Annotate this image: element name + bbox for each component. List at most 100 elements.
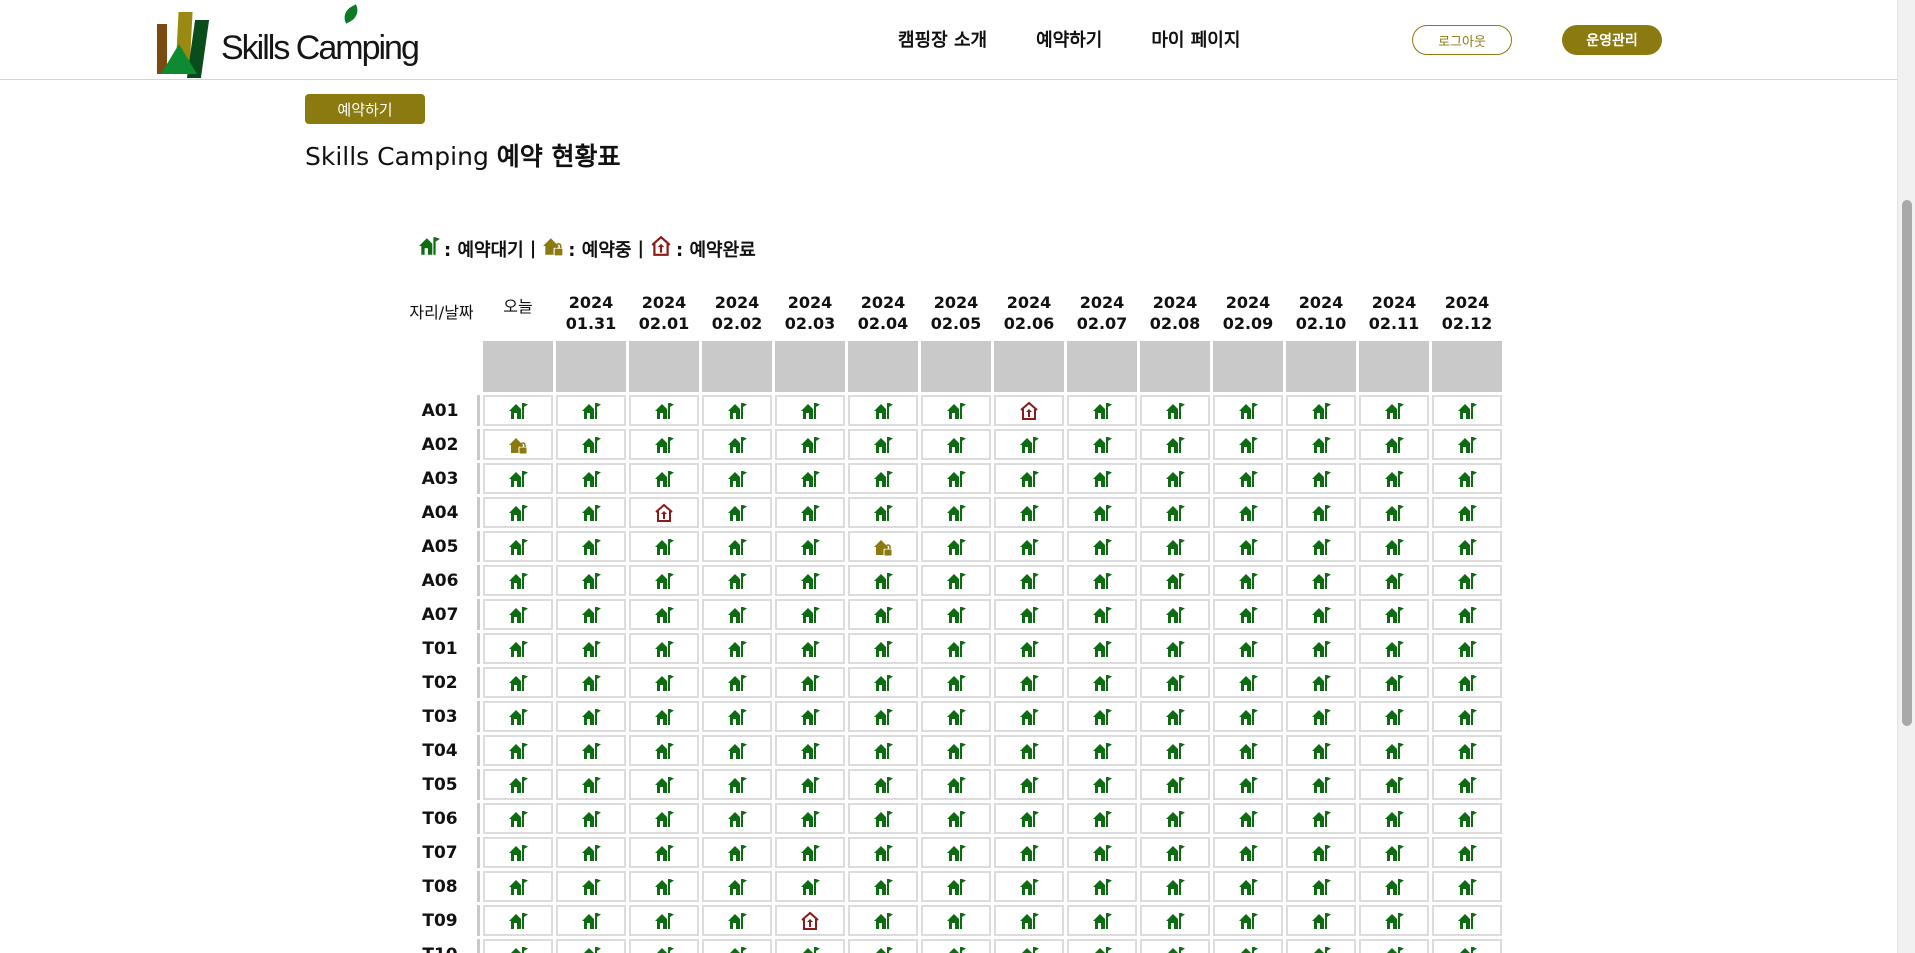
reservation-cell[interactable]	[483, 463, 553, 494]
reservation-cell[interactable]	[775, 633, 845, 664]
reservation-cell[interactable]	[1067, 395, 1137, 426]
reservation-cell[interactable]	[1432, 395, 1502, 426]
reservation-cell[interactable]	[629, 769, 699, 800]
reservation-cell[interactable]	[1432, 939, 1502, 953]
reservation-cell[interactable]	[1286, 803, 1356, 834]
reservation-cell[interactable]	[629, 531, 699, 562]
reservation-cell[interactable]	[1286, 565, 1356, 596]
reservation-cell[interactable]	[775, 599, 845, 630]
reservation-cell[interactable]	[1067, 633, 1137, 664]
reservation-cell[interactable]	[483, 837, 553, 868]
logout-button[interactable]: 로그아웃	[1412, 25, 1512, 55]
reservation-cell[interactable]	[702, 531, 772, 562]
reservation-cell[interactable]	[629, 939, 699, 953]
reservation-cell[interactable]	[483, 939, 553, 953]
reservation-cell[interactable]	[1432, 565, 1502, 596]
reservation-cell[interactable]	[921, 497, 991, 528]
reservation-cell[interactable]	[1359, 463, 1429, 494]
reservation-cell[interactable]	[629, 565, 699, 596]
reservation-cell[interactable]	[775, 565, 845, 596]
reservation-cell[interactable]	[1359, 803, 1429, 834]
reservation-cell[interactable]	[1140, 633, 1210, 664]
reservation-cell[interactable]	[921, 769, 991, 800]
reservation-cell[interactable]	[994, 565, 1064, 596]
reservation-cell[interactable]	[702, 837, 772, 868]
reservation-cell[interactable]	[1140, 837, 1210, 868]
reservation-cell[interactable]	[848, 871, 918, 902]
reservation-cell[interactable]	[1359, 667, 1429, 698]
reservation-cell[interactable]	[994, 497, 1064, 528]
reservation-cell[interactable]	[1067, 565, 1137, 596]
reservation-cell[interactable]	[775, 735, 845, 766]
reservation-cell[interactable]	[921, 599, 991, 630]
reservation-cell[interactable]	[702, 735, 772, 766]
reservation-cell[interactable]	[556, 395, 626, 426]
reservation-cell[interactable]	[483, 735, 553, 766]
reservation-cell[interactable]	[1359, 837, 1429, 868]
reservation-cell[interactable]	[994, 429, 1064, 460]
reservation-cell[interactable]	[1359, 633, 1429, 664]
reservation-cell[interactable]	[848, 565, 918, 596]
reservation-cell[interactable]	[1140, 667, 1210, 698]
reservation-cell[interactable]	[1432, 803, 1502, 834]
reservation-cell[interactable]	[1067, 463, 1137, 494]
reservation-cell[interactable]	[1213, 395, 1283, 426]
reservation-cell[interactable]	[775, 939, 845, 953]
reservation-cell[interactable]	[702, 395, 772, 426]
reservation-cell[interactable]	[1067, 429, 1137, 460]
reservation-cell[interactable]	[1067, 497, 1137, 528]
reservation-cell[interactable]	[775, 803, 845, 834]
reservation-cell[interactable]	[483, 633, 553, 664]
reservation-cell[interactable]	[629, 667, 699, 698]
reservation-cell[interactable]	[1286, 939, 1356, 953]
reservation-cell[interactable]	[848, 429, 918, 460]
reservation-cell[interactable]	[1432, 735, 1502, 766]
reservation-cell[interactable]	[1432, 667, 1502, 698]
reservation-cell[interactable]	[848, 531, 918, 562]
reservation-cell[interactable]	[1140, 871, 1210, 902]
reservation-cell[interactable]	[1432, 837, 1502, 868]
reservation-cell[interactable]	[483, 429, 553, 460]
reservation-cell[interactable]	[556, 871, 626, 902]
reservation-cell[interactable]	[1140, 429, 1210, 460]
reservation-cell[interactable]	[702, 497, 772, 528]
nav-camping-intro[interactable]: 캠핑장 소개	[898, 26, 987, 52]
reservation-cell[interactable]	[1067, 803, 1137, 834]
reservation-cell[interactable]	[848, 803, 918, 834]
reservation-cell[interactable]	[1213, 939, 1283, 953]
reservation-cell[interactable]	[1067, 531, 1137, 562]
reservation-cell[interactable]	[848, 769, 918, 800]
reservation-cell[interactable]	[1140, 803, 1210, 834]
reservation-cell[interactable]	[1286, 395, 1356, 426]
reservation-cell[interactable]	[921, 735, 991, 766]
reservation-cell[interactable]	[629, 905, 699, 936]
reservation-cell[interactable]	[1067, 667, 1137, 698]
reservation-cell[interactable]	[1359, 599, 1429, 630]
reservation-cell[interactable]	[629, 803, 699, 834]
reservation-cell[interactable]	[1432, 429, 1502, 460]
reservation-cell[interactable]	[775, 463, 845, 494]
reservation-cell[interactable]	[775, 905, 845, 936]
reservation-cell[interactable]	[994, 633, 1064, 664]
reservation-cell[interactable]	[1213, 735, 1283, 766]
reservation-cell[interactable]	[1140, 701, 1210, 732]
reservation-cell[interactable]	[629, 599, 699, 630]
reservation-cell[interactable]	[994, 871, 1064, 902]
reservation-cell[interactable]	[702, 429, 772, 460]
admin-button[interactable]: 운영관리	[1562, 25, 1662, 55]
reservation-cell[interactable]	[1067, 599, 1137, 630]
reservation-cell[interactable]	[1359, 429, 1429, 460]
reservation-cell[interactable]	[556, 939, 626, 953]
reservation-cell[interactable]	[1140, 463, 1210, 494]
reservation-cell[interactable]	[921, 837, 991, 868]
reservation-cell[interactable]	[1140, 939, 1210, 953]
reservation-cell[interactable]	[1213, 837, 1283, 868]
reservation-cell[interactable]	[848, 837, 918, 868]
reservation-cell[interactable]	[1286, 667, 1356, 698]
reservation-cell[interactable]	[775, 497, 845, 528]
reservation-cell[interactable]	[921, 395, 991, 426]
reservation-cell[interactable]	[629, 463, 699, 494]
reservation-cell[interactable]	[775, 769, 845, 800]
reservation-cell[interactable]	[483, 769, 553, 800]
reservation-cell[interactable]	[921, 905, 991, 936]
